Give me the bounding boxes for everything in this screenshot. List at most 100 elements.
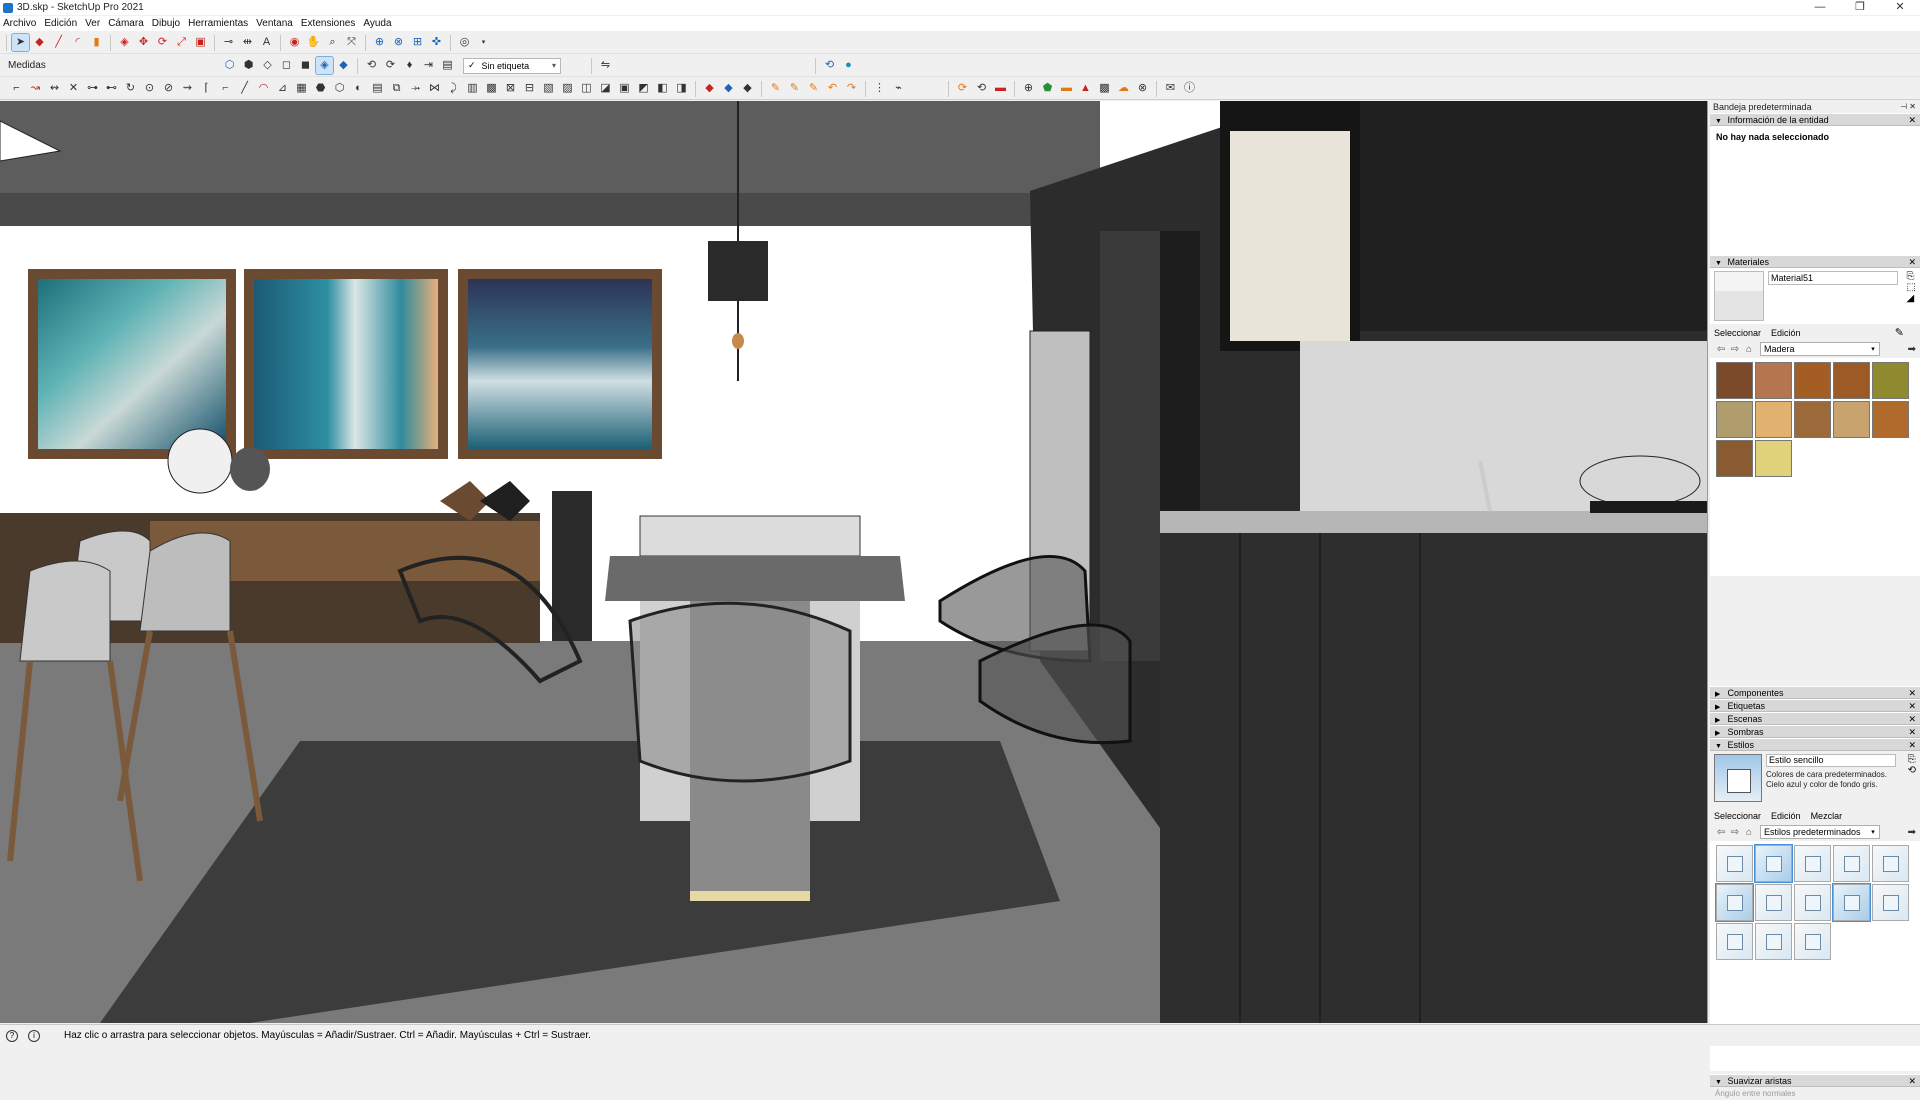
eraser-tool-icon[interactable]: ◆: [31, 34, 48, 51]
tab-seleccionar[interactable]: Seleccionar: [1714, 328, 1761, 338]
style-thumbnail[interactable]: [1794, 845, 1831, 882]
style-thumbnail[interactable]: [1832, 883, 1871, 922]
soften-edges-header[interactable]: ▼ Suavizar aristas ✕: [1710, 1074, 1920, 1087]
style-thumbnail[interactable]: [1872, 845, 1909, 882]
material-swatch[interactable]: [1716, 440, 1753, 477]
material-preview[interactable]: [1714, 271, 1764, 321]
geolocation-icon[interactable]: ?: [6, 1029, 18, 1042]
close-icon[interactable]: ✕: [1908, 256, 1916, 268]
ext-tool-32-icon[interactable]: ◪: [597, 80, 614, 97]
offset-tool-icon[interactable]: ▣: [192, 34, 209, 51]
ext-tool-14-icon[interactable]: ◠: [255, 80, 272, 97]
ext-tool-52-icon[interactable]: ▬: [1058, 80, 1075, 97]
ext-tool-42-icon[interactable]: ✎: [805, 80, 822, 97]
document-icon[interactable]: ▤: [439, 57, 456, 74]
ext-tool-6-icon[interactable]: ⊷: [103, 80, 120, 97]
ext-tool-27-icon[interactable]: ⊠: [502, 80, 519, 97]
account-icon[interactable]: ◎: [456, 34, 473, 51]
sync-icon[interactable]: ⟲: [363, 57, 380, 74]
sample-paint-icon[interactable]: ⬚: [1907, 282, 1916, 293]
pan-tool-icon[interactable]: ✋: [305, 34, 322, 51]
tray-pin-icon[interactable]: ⊣ ✕: [1900, 101, 1916, 113]
extension-manager-icon[interactable]: ✜: [428, 34, 445, 51]
menu-ver[interactable]: Ver: [85, 18, 100, 29]
close-icon[interactable]: ✕: [1908, 700, 1916, 712]
material-swatch[interactable]: [1716, 401, 1753, 438]
material-swatch[interactable]: [1872, 401, 1909, 438]
tab-edicion[interactable]: Edición: [1771, 811, 1801, 821]
info-icon[interactable]: ⓘ: [1181, 80, 1198, 97]
style-thumbnail[interactable]: [1716, 845, 1753, 882]
ext-tool-46-icon[interactable]: ⌁: [890, 80, 907, 97]
paint-icon[interactable]: ♦: [401, 57, 418, 74]
extension-warehouse-icon[interactable]: ⊗: [390, 34, 407, 51]
menu-ventana[interactable]: Ventana: [256, 18, 293, 29]
ext-tool-18-icon[interactable]: ⬡: [331, 80, 348, 97]
style-thumbnail[interactable]: [1754, 844, 1793, 883]
ext-tool-1-icon[interactable]: ⌐: [8, 80, 25, 97]
close-icon[interactable]: ✕: [1908, 739, 1916, 751]
components-header[interactable]: ▶ Componentes ✕: [1710, 686, 1920, 699]
ext-tool-50-icon[interactable]: ⊕: [1020, 80, 1037, 97]
wireframe-icon[interactable]: ◇: [259, 57, 276, 74]
material-swatch[interactable]: [1833, 362, 1870, 399]
ext-tool-23-icon[interactable]: ⋈: [426, 80, 443, 97]
warehouse-icon[interactable]: ⊕: [371, 34, 388, 51]
style-thumbnail[interactable]: [1716, 923, 1753, 960]
close-icon[interactable]: ✕: [1908, 114, 1916, 126]
ext-tool-33-icon[interactable]: ▣: [616, 80, 633, 97]
style-thumbnail[interactable]: [1833, 845, 1870, 882]
share-icon[interactable]: ⟲: [821, 57, 838, 74]
details-arrow-icon[interactable]: ➡: [1908, 344, 1916, 355]
shaded-icon[interactable]: ◼: [297, 57, 314, 74]
tag-tool-icon[interactable]: ⇋: [597, 57, 614, 74]
dropdown-chevron-icon[interactable]: ▾: [475, 34, 492, 51]
style-thumbnail[interactable]: [1755, 923, 1792, 960]
home-icon[interactable]: ⌂: [1742, 344, 1756, 355]
materials-header[interactable]: ▼ Materiales ✕: [1710, 255, 1920, 268]
tab-seleccionar[interactable]: Seleccionar: [1714, 811, 1761, 821]
back-edges-icon[interactable]: ⬢: [240, 57, 257, 74]
layout-icon[interactable]: ⊞: [409, 34, 426, 51]
styles-collection-select[interactable]: Estilos predeterminados ▾: [1760, 825, 1880, 839]
ext-tool-51-icon[interactable]: ⬟: [1039, 80, 1056, 97]
forward-arrow-icon[interactable]: ⇨: [1728, 344, 1742, 355]
ext-tool-8-icon[interactable]: ⊙: [141, 80, 158, 97]
ext-tool-31-icon[interactable]: ◫: [578, 80, 595, 97]
tab-mezclar[interactable]: Mezclar: [1811, 811, 1843, 821]
ext-tool-35-icon[interactable]: ◧: [654, 80, 671, 97]
tape-measure-icon[interactable]: ⊸: [220, 34, 237, 51]
close-button[interactable]: ✕: [1880, 0, 1920, 15]
ext-tool-41-icon[interactable]: ✎: [786, 80, 803, 97]
ext-tool-15-icon[interactable]: ⊿: [274, 80, 291, 97]
ext-tool-26-icon[interactable]: ▩: [483, 80, 500, 97]
ext-tool-54-icon[interactable]: ▩: [1096, 80, 1113, 97]
menu-extensiones[interactable]: Extensiones: [301, 18, 355, 29]
ext-tool-12-icon[interactable]: ⌐: [217, 80, 234, 97]
ext-tool-17-icon[interactable]: ⬣: [312, 80, 329, 97]
shaded-textures-icon[interactable]: ◈: [315, 56, 334, 75]
home-icon[interactable]: ⌂: [1742, 827, 1756, 838]
material-swatch[interactable]: [1755, 401, 1792, 438]
model-viewport[interactable]: [0, 101, 1708, 1023]
paint-bucket-icon[interactable]: ▮: [88, 34, 105, 51]
menu-dibujo[interactable]: Dibujo: [152, 18, 180, 29]
scenes-header[interactable]: ▶ Escenas ✕: [1710, 712, 1920, 725]
style-preview[interactable]: [1714, 754, 1762, 802]
close-icon[interactable]: ✕: [1908, 1075, 1916, 1087]
export-icon[interactable]: ⇥: [420, 57, 437, 74]
ext-tool-25-icon[interactable]: ▥: [464, 80, 481, 97]
ext-tool-47-icon[interactable]: ⟳: [954, 80, 971, 97]
default-paint-icon[interactable]: ◢: [1907, 293, 1916, 304]
ext-tool-39-icon[interactable]: ◆: [739, 80, 756, 97]
material-name-field[interactable]: Material51: [1768, 271, 1898, 285]
ext-tool-43-icon[interactable]: ↶: [824, 80, 841, 97]
text-tool-icon[interactable]: A: [258, 34, 275, 51]
restore-button[interactable]: ❐: [1840, 0, 1880, 15]
material-swatch[interactable]: [1716, 362, 1753, 399]
shadows-header[interactable]: ▶ Sombras ✕: [1710, 725, 1920, 738]
style-thumbnail[interactable]: [1794, 923, 1831, 960]
orbit-tool-icon[interactable]: ◉: [286, 34, 303, 51]
style-thumbnail[interactable]: [1715, 883, 1754, 922]
material-swatch[interactable]: [1755, 440, 1792, 477]
